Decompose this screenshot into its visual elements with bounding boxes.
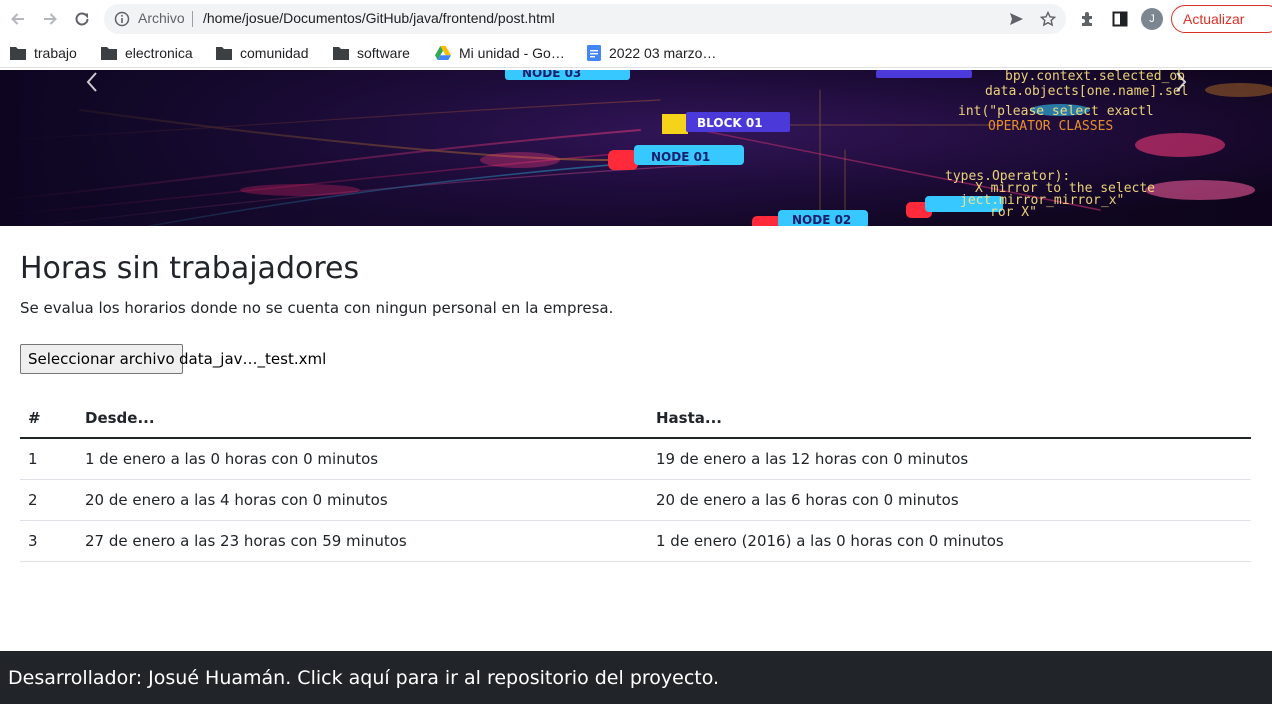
column-header-desde: Desde... bbox=[77, 398, 648, 439]
cell-hasta: 1 de enero (2016) a las 0 horas con 0 mi… bbox=[648, 520, 1251, 562]
table-row: 3 27 de enero a las 23 horas con 59 minu… bbox=[20, 520, 1251, 562]
cell-desde: 20 de enero a las 4 horas con 0 minutos bbox=[77, 479, 648, 521]
cell-index: 1 bbox=[20, 438, 77, 480]
footer-repo-link[interactable]: Desarrollador: Josué Huamán. Click aquí … bbox=[0, 651, 1272, 704]
cell-hasta: 19 de enero a las 12 horas con 0 minutos bbox=[648, 438, 1251, 480]
hero-code-line: bpy.context.selected_ob bbox=[1005, 70, 1185, 84]
extensions-icon[interactable] bbox=[1079, 10, 1097, 28]
bookmark-label: electronica bbox=[125, 45, 193, 61]
cell-index: 3 bbox=[20, 520, 77, 562]
folder-icon bbox=[101, 47, 117, 60]
browser-toolbar: Archivo /home/josue/Documentos/GitHub/ja… bbox=[0, 0, 1272, 38]
choose-file-button[interactable]: Seleccionar archivo bbox=[20, 344, 183, 374]
google-drive-icon bbox=[435, 46, 451, 60]
table-row: 2 20 de enero a las 4 horas con 0 minuto… bbox=[20, 479, 1251, 521]
bookmark-label: trabajo bbox=[34, 45, 77, 61]
bookmark-software[interactable]: software bbox=[333, 43, 410, 63]
folder-icon bbox=[10, 47, 26, 60]
update-button[interactable]: Actualizar bbox=[1171, 5, 1272, 33]
bookmark-label: Mi unidad - Go… bbox=[459, 45, 565, 61]
carousel-next-button[interactable] bbox=[1166, 70, 1196, 94]
security-label: Archivo bbox=[138, 10, 185, 26]
bookmark-electronica[interactable]: electronica bbox=[101, 43, 193, 63]
column-header-hasta: Hasta... bbox=[648, 398, 1251, 439]
hero-code-line: ror X" bbox=[990, 205, 1037, 220]
table-header-row: # Desde... Hasta... bbox=[20, 398, 1251, 439]
cell-hasta: 20 de enero a las 6 horas con 0 minutos bbox=[648, 479, 1251, 521]
cell-desde: 1 de enero a las 0 horas con 0 minutos bbox=[77, 438, 648, 480]
hero-code-line: int("please select exactl bbox=[958, 104, 1154, 119]
google-docs-icon bbox=[587, 45, 601, 61]
cell-desde: 27 de enero a las 23 horas con 59 minuto… bbox=[77, 520, 648, 562]
chevron-right-icon bbox=[1176, 72, 1187, 92]
reload-icon[interactable] bbox=[71, 8, 93, 30]
bookmark-label: comunidad bbox=[240, 45, 309, 61]
cell-index: 2 bbox=[20, 479, 77, 521]
profile-avatar[interactable]: J bbox=[1141, 8, 1163, 30]
hero-label-block-01: BLOCK 01 bbox=[697, 116, 763, 130]
side-panel-icon[interactable] bbox=[1111, 10, 1129, 28]
bookmark-star-icon[interactable] bbox=[1039, 10, 1057, 27]
send-icon[interactable] bbox=[1008, 11, 1024, 27]
forward-arrow-icon[interactable] bbox=[39, 8, 61, 30]
hero-label-node-01: NODE 01 bbox=[651, 150, 710, 164]
bookmark-label: 2022 03 marzo… bbox=[609, 45, 717, 61]
hero-code-line: ject.mirror_mirror_x" bbox=[960, 193, 1124, 208]
bookmark-label: software bbox=[357, 45, 410, 61]
info-icon[interactable] bbox=[114, 11, 130, 27]
omnibox-divider bbox=[192, 11, 193, 27]
hero-image: NODE 03 BLOCK 01 NODE 01 NODE 02 bpy.con… bbox=[0, 70, 1272, 226]
url-text[interactable]: /home/josue/Documentos/GitHub/java/front… bbox=[203, 10, 555, 26]
folder-icon bbox=[333, 47, 349, 60]
carousel-prev-button[interactable] bbox=[77, 70, 107, 94]
hero-label-node-03: NODE 03 bbox=[522, 70, 581, 80]
bookmark-2022-marzo[interactable]: 2022 03 marzo… bbox=[587, 43, 716, 63]
bookmarks-bar: trabajo electronica comunidad software M… bbox=[0, 38, 1272, 68]
bookmark-trabajo[interactable]: trabajo bbox=[10, 43, 77, 63]
back-arrow-icon[interactable] bbox=[7, 8, 29, 30]
table-row: 1 1 de enero a las 0 horas con 0 minutos… bbox=[20, 438, 1251, 480]
page-title: Horas sin trabajadores bbox=[20, 251, 360, 286]
column-header-index: # bbox=[20, 398, 77, 439]
chevron-left-icon bbox=[86, 72, 97, 92]
hero-label-node-02: NODE 02 bbox=[792, 213, 851, 226]
results-table: # Desde... Hasta... 1 1 de enero a las 0… bbox=[20, 398, 1251, 562]
page-description: Se evalua los horarios donde no se cuent… bbox=[20, 299, 614, 317]
bookmark-mi-unidad[interactable]: Mi unidad - Go… bbox=[435, 43, 565, 63]
hero-carousel: NODE 03 BLOCK 01 NODE 01 NODE 02 bpy.con… bbox=[0, 70, 1272, 226]
hero-code-line: data.objects[one.name].sel bbox=[985, 84, 1189, 99]
selected-file-name: data_jav…_test.xml bbox=[179, 350, 327, 368]
bookmark-comunidad[interactable]: comunidad bbox=[216, 43, 309, 63]
address-bar[interactable]: Archivo /home/josue/Documentos/GitHub/ja… bbox=[104, 4, 1066, 34]
folder-icon bbox=[216, 47, 232, 60]
hero-code-line: OPERATOR CLASSES bbox=[988, 119, 1113, 134]
